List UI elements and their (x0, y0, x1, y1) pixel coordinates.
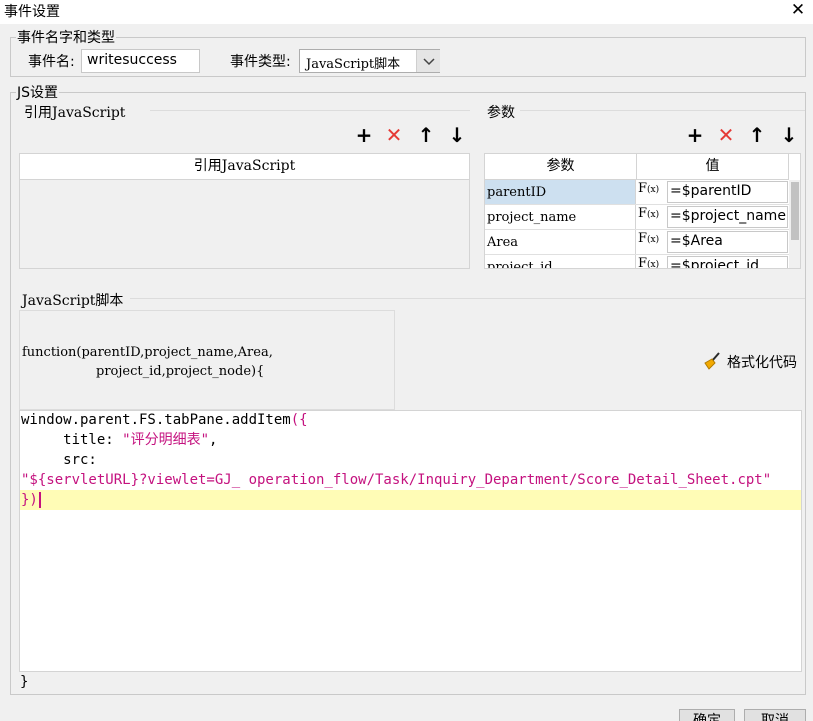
param-name-cell[interactable]: parentID (485, 180, 636, 204)
event-group-legend: 事件名字和类型 (16, 27, 116, 47)
param-move-down-button[interactable]: ↓ (778, 123, 800, 147)
script-section-label: JavaScript脚本 (22, 293, 124, 309)
params-header-name[interactable]: 参数 (485, 154, 637, 180)
param-name-cell[interactable]: project_name (485, 205, 636, 229)
table-row[interactable]: Area F(x) =$Area (485, 230, 789, 255)
ref-js-table-header[interactable]: 引用JavaScript (20, 154, 469, 180)
param-value-input[interactable]: =$Area (667, 231, 788, 253)
text-cursor (38, 492, 41, 508)
code-line-3: src: (21, 452, 97, 468)
params-scrollbar-thumb[interactable] (791, 182, 799, 240)
ref-js-table: 引用JavaScript (19, 153, 470, 269)
title-bar: 事件设置 ✕ (0, 0, 813, 24)
params-rows: parentID F(x) =$parentID project_name F(… (485, 180, 789, 268)
event-type-value: JavaScript脚本 (306, 57, 401, 72)
ok-button[interactable]: 确定 (679, 709, 735, 721)
cancel-button[interactable]: 取消 (744, 709, 806, 721)
fx-button[interactable]: F(x) (638, 181, 665, 203)
js-group-legend: JS设置 (16, 82, 60, 102)
fx-button[interactable]: F(x) (638, 206, 665, 228)
param-value-input[interactable]: =$parentID (667, 181, 788, 203)
broom-icon (704, 352, 720, 370)
param-name-cell[interactable]: project_id (485, 255, 636, 268)
format-code-button[interactable]: 格式化代码 (700, 350, 804, 372)
params-scrollbar[interactable] (789, 180, 800, 268)
param-add-button[interactable]: + (684, 123, 706, 147)
event-type-label: 事件类型: (230, 54, 291, 70)
table-row[interactable]: project_name F(x) =$project_name (485, 205, 789, 230)
params-section-divider (520, 110, 805, 111)
params-section-label: 参数 (487, 105, 515, 121)
function-signature-line-1: function(parentID,project_name,Area, (22, 345, 273, 360)
table-row[interactable]: parentID F(x) =$parentID (485, 180, 789, 205)
code-line-5-current: }) (20, 490, 801, 510)
params-table: 参数 值 parentID F(x) =$parentID project_na… (484, 153, 801, 269)
chevron-down-icon (423, 58, 435, 66)
ref-section-label: 引用JavaScript (24, 105, 126, 121)
close-icon[interactable]: ✕ (786, 0, 810, 20)
event-name-label: 事件名: (28, 54, 75, 70)
param-move-up-button[interactable]: ↑ (746, 123, 768, 147)
code-editor[interactable]: window.parent.FS.tabPane.addItem({ title… (19, 410, 802, 672)
ref-delete-button[interactable]: ✕ (383, 123, 405, 147)
ref-section-divider (150, 110, 470, 111)
code-line-2: title: "评分明细表", (21, 432, 218, 448)
param-delete-button[interactable]: ✕ (715, 123, 737, 147)
function-signature-box: function(parentID,project_name,Area, pro… (19, 310, 395, 410)
ref-move-down-button[interactable]: ↓ (446, 123, 468, 147)
event-name-input[interactable]: writesuccess (81, 49, 200, 73)
window-title: 事件设置 (4, 4, 60, 20)
params-header-value[interactable]: 值 (637, 154, 789, 180)
param-name-cell[interactable]: Area (485, 230, 636, 254)
format-code-label: 格式化代码 (727, 355, 797, 371)
fx-button[interactable]: F(x) (638, 256, 665, 268)
function-signature-line-2: project_id,project_node){ (96, 364, 265, 379)
code-line-4: "${servletURL}?viewlet=GJ_ operation_flo… (21, 472, 772, 488)
type-dropdown-button[interactable] (416, 50, 440, 72)
script-section-divider (130, 298, 805, 299)
event-type-select[interactable]: JavaScript脚本 (299, 49, 440, 73)
param-value-input[interactable]: =$project_name (667, 206, 788, 228)
code-line-1: window.parent.FS.tabPane.addItem({ (21, 412, 308, 428)
fx-button[interactable]: F(x) (638, 231, 665, 253)
table-row[interactable]: project_id F(x) =$project_id (485, 255, 789, 268)
ref-move-up-button[interactable]: ↑ (415, 123, 437, 147)
closing-brace: } (20, 674, 29, 690)
param-value-input[interactable]: =$project_id (667, 256, 788, 268)
ref-add-button[interactable]: + (353, 123, 375, 147)
